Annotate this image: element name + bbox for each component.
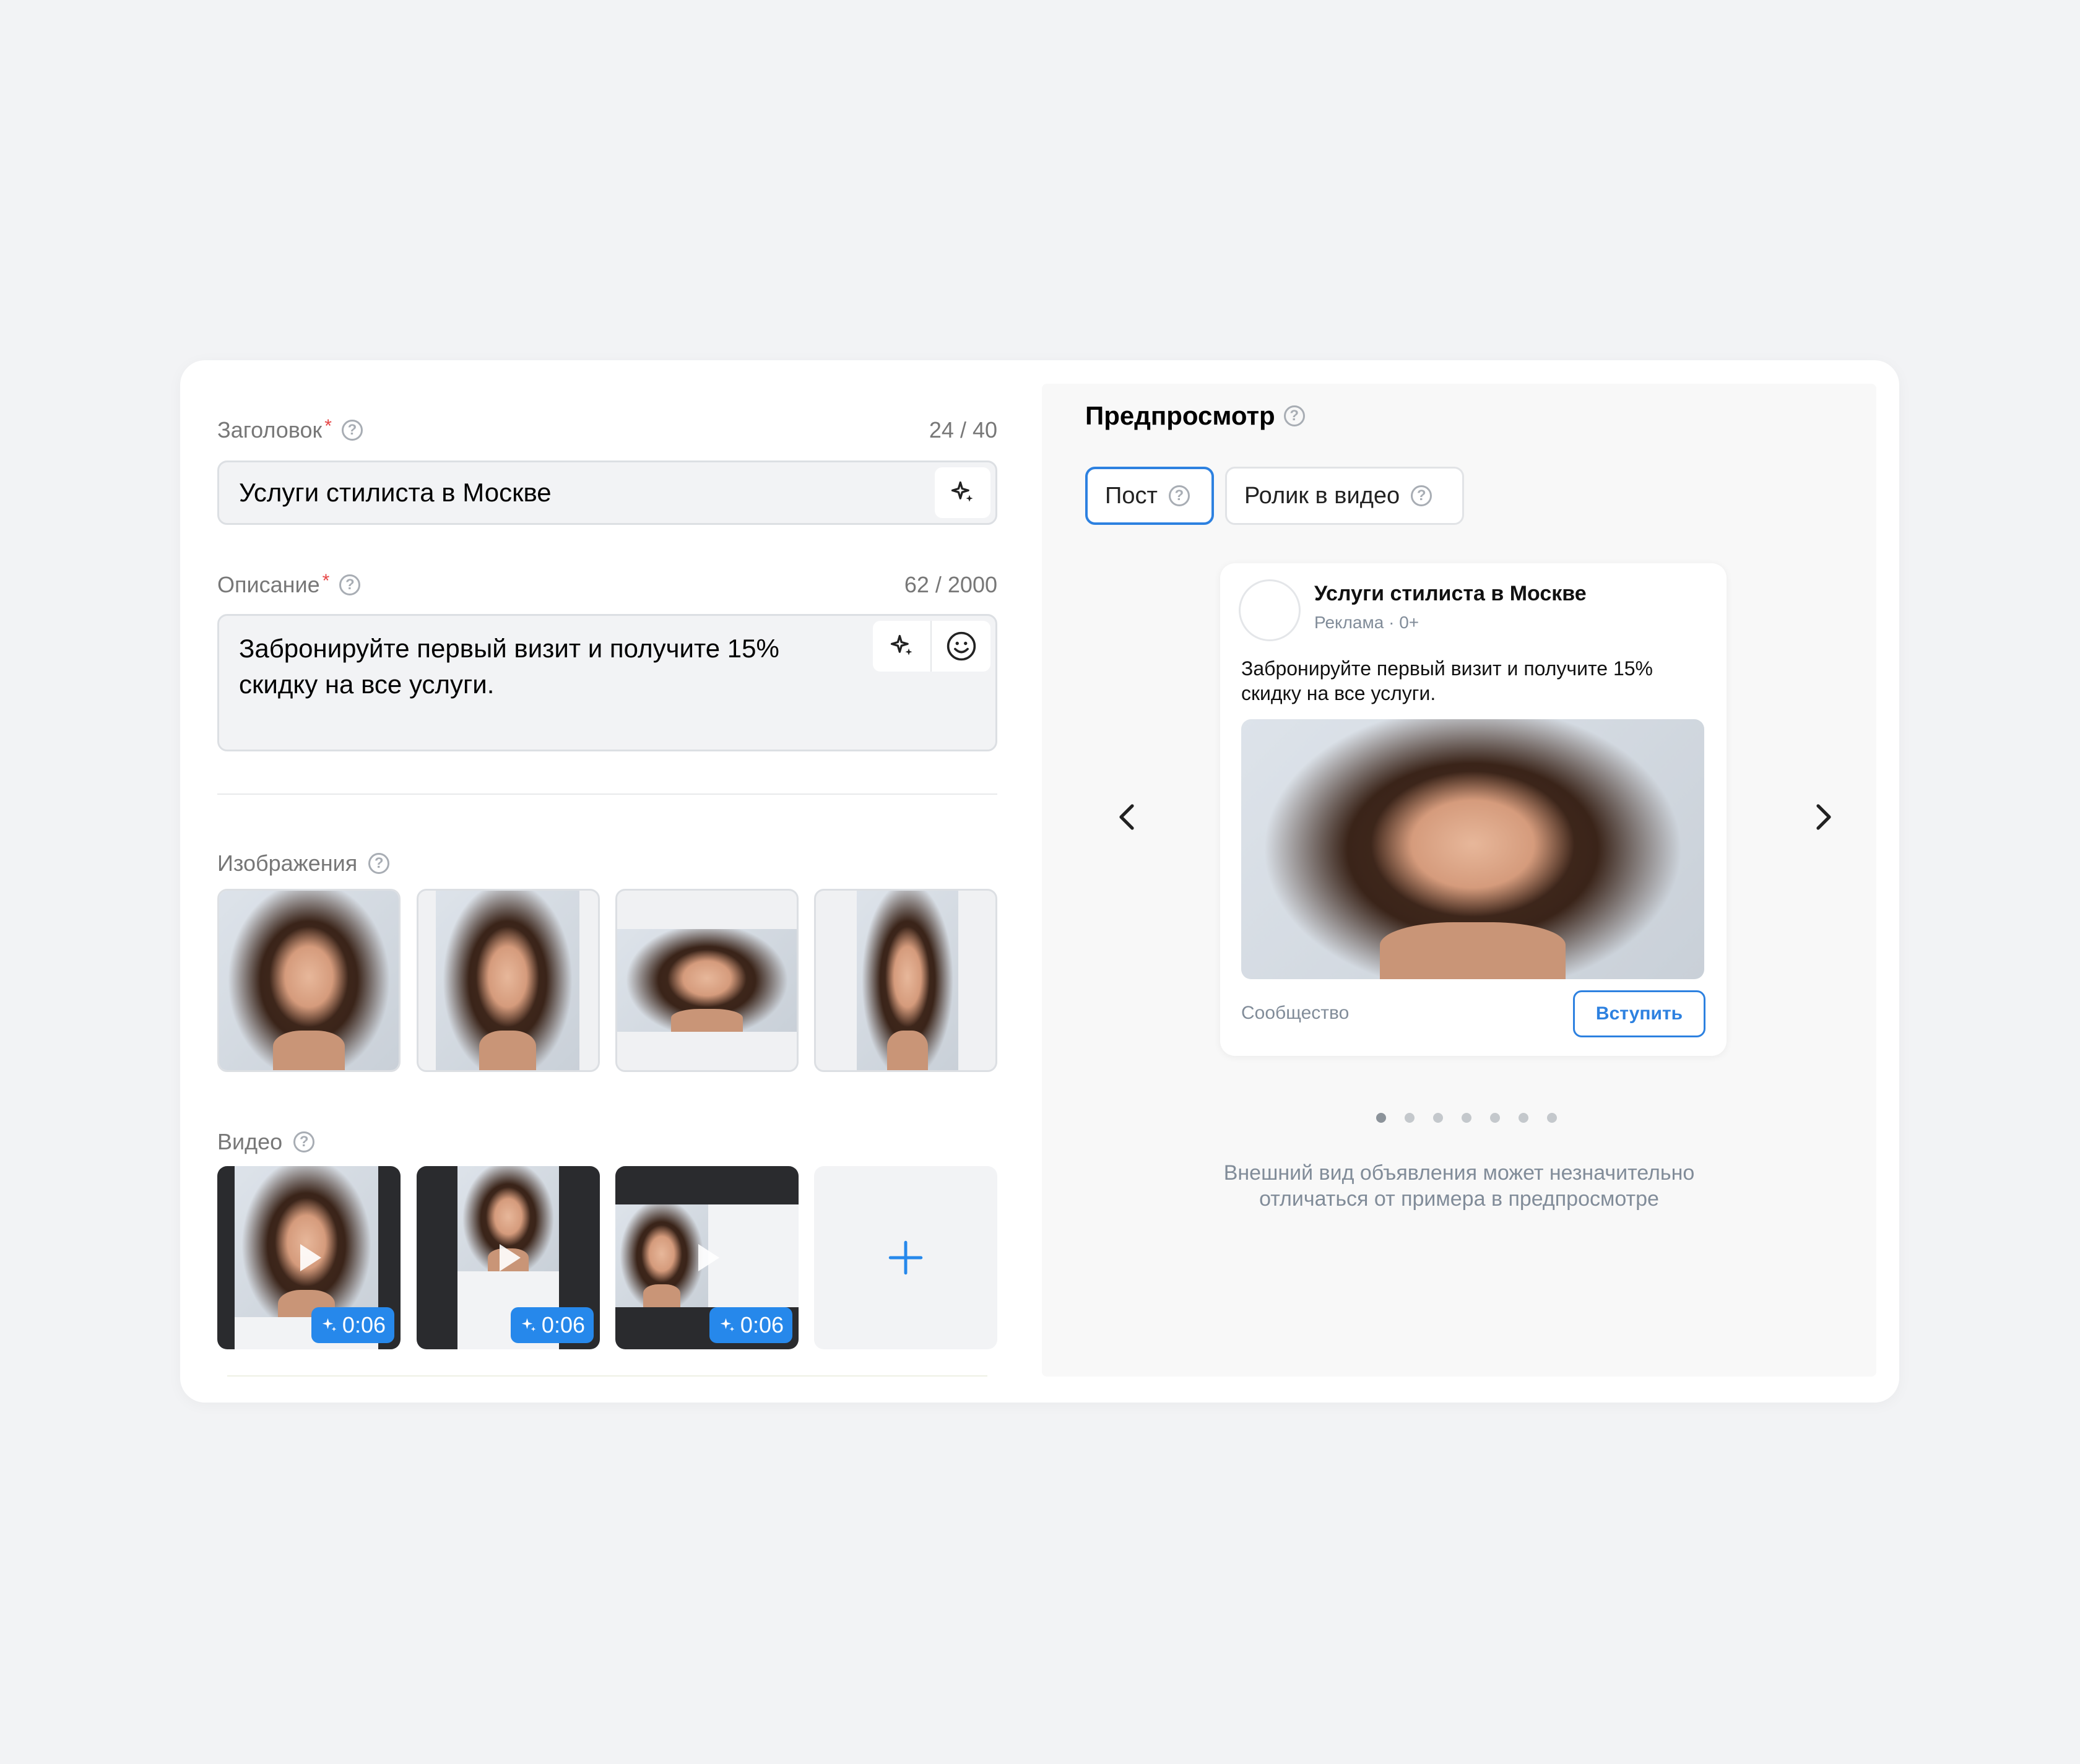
pagination-dot[interactable] [1490, 1113, 1500, 1123]
section-divider [217, 793, 997, 795]
avatar [1239, 579, 1301, 641]
post-meta: Реклама · 0+ [1314, 613, 1419, 632]
pagination-dot[interactable] [1519, 1113, 1528, 1123]
video-duration-badge: 0:06 [709, 1307, 792, 1343]
description-counter: 62 / 2000 [904, 572, 997, 597]
portrait-image [219, 891, 399, 1070]
help-icon[interactable]: ? [339, 574, 361, 595]
portrait-image [857, 891, 958, 1070]
ad-form: Заголовок * ? 24 / 40 Услуги стилиста в … [217, 360, 997, 1403]
sparkle-icon [322, 1318, 337, 1331]
pagination-dot[interactable] [1405, 1113, 1415, 1123]
ai-generate-title-button[interactable] [935, 467, 990, 518]
video-duration-badge: 0:06 [510, 1307, 594, 1343]
video-duration-badge: 0:06 [311, 1307, 394, 1343]
chevron-right-icon [1816, 804, 1831, 830]
tab-post[interactable]: Пост ? [1085, 467, 1214, 525]
description-textarea[interactable]: Забронируйте первый визит и получите 15%… [217, 614, 997, 751]
title-counter: 24 / 40 [929, 417, 997, 443]
emoji-icon [947, 631, 976, 661]
images-label: Изображения ? [217, 850, 390, 876]
title-label: Заголовок * ? [217, 416, 363, 443]
chevron-left-icon [1119, 804, 1134, 830]
play-icon [500, 1244, 521, 1271]
sparkle-icon [521, 1318, 536, 1331]
preview-pagination [1376, 1113, 1557, 1123]
portrait-image [436, 891, 579, 1070]
portrait-image [617, 929, 797, 1032]
image-thumb-portrait[interactable] [417, 889, 600, 1072]
description-label: Описание * ? [217, 571, 361, 598]
image-thumb-landscape[interactable] [615, 889, 799, 1072]
title-input[interactable]: Услуги стилиста в Москве [217, 460, 997, 525]
prev-preview-button[interactable] [1109, 798, 1146, 836]
post-image [1241, 719, 1704, 979]
emoji-button[interactable] [933, 621, 990, 672]
next-preview-button[interactable] [1805, 798, 1842, 836]
add-video-button[interactable] [814, 1166, 997, 1349]
help-icon[interactable]: ? [1411, 485, 1432, 506]
required-mark: * [324, 416, 332, 436]
video-thumb-2[interactable]: 0:06 [417, 1166, 600, 1349]
tab-video-clip[interactable]: Ролик в видео ? [1225, 467, 1464, 525]
video-thumb-3[interactable]: 0:06 [615, 1166, 799, 1349]
play-icon [300, 1244, 321, 1271]
ad-editor-card: Заголовок * ? 24 / 40 Услуги стилиста в … [180, 360, 1899, 1403]
post-author-name: Услуги стилиста в Москве [1314, 582, 1587, 605]
image-thumb-square[interactable] [217, 889, 401, 1072]
video-caption [708, 1204, 799, 1307]
image-thumb-tall[interactable] [814, 889, 997, 1072]
help-icon[interactable]: ? [1168, 485, 1190, 506]
play-icon [698, 1244, 719, 1271]
sparkle-icon [720, 1318, 735, 1331]
help-icon[interactable]: ? [1283, 405, 1305, 426]
pagination-dot[interactable] [1376, 1113, 1386, 1123]
preview-panel: Предпросмотр ? Пост ? Ролик в видео ? Ус… [1042, 384, 1876, 1377]
sparkle-icon [951, 481, 973, 502]
post-community-label: Сообщество [1241, 1003, 1350, 1023]
post-preview-card: Услуги стилиста в Москве Реклама · 0+ За… [1220, 563, 1727, 1056]
video-frame [615, 1204, 708, 1307]
ai-generate-description-button[interactable] [873, 621, 932, 672]
preview-disclaimer: Внешний вид объявления может незначитель… [1223, 1161, 1695, 1211]
video-thumb-1[interactable]: 0:06 [217, 1166, 401, 1349]
preview-title: Предпросмотр ? [1085, 401, 1305, 431]
bottom-divider [227, 1375, 987, 1377]
pagination-dot[interactable] [1462, 1113, 1471, 1123]
sparkle-icon [890, 634, 912, 655]
pagination-dot[interactable] [1547, 1113, 1557, 1123]
help-icon[interactable]: ? [368, 853, 390, 874]
pagination-dot[interactable] [1433, 1113, 1443, 1123]
required-mark: * [322, 571, 330, 591]
join-button[interactable]: Вступить [1573, 990, 1705, 1037]
post-text: Забронируйте первый визит и получите 15%… [1241, 657, 1653, 704]
help-icon[interactable]: ? [341, 420, 363, 441]
plus-icon [888, 1240, 923, 1275]
title-input-value: Услуги стилиста в Москве [239, 478, 552, 507]
video-label: Видео ? [217, 1129, 315, 1155]
help-icon[interactable]: ? [293, 1131, 315, 1152]
description-tools [873, 621, 990, 672]
description-value: Забронируйте первый визит и получите 15%… [239, 634, 779, 699]
